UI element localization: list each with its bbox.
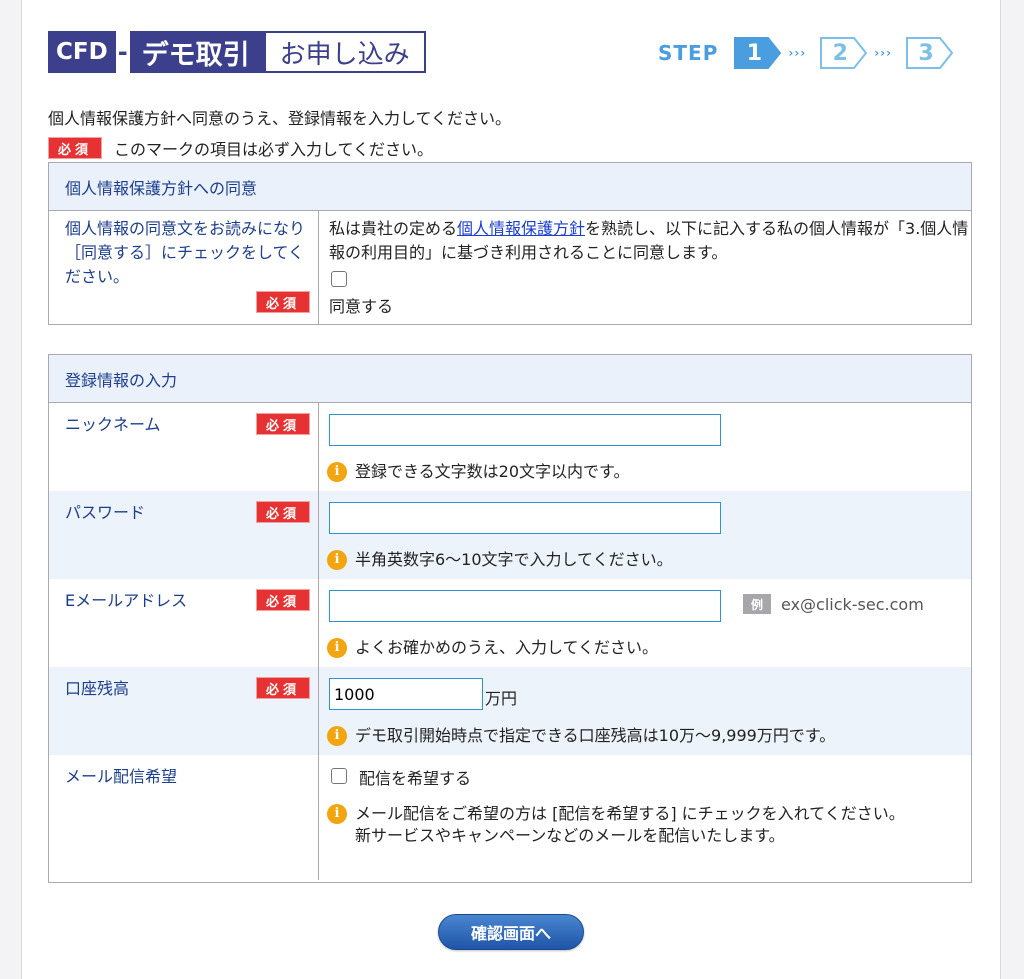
required-badge: 必須 [256,413,310,435]
intro-text: 個人情報保護方針へ同意のうえ、登録情報を入力してください。 [48,109,512,128]
confirm-button[interactable]: 確認画面へ [438,914,584,950]
info-icon: i [327,638,347,658]
nickname-label-cell: ニックネーム 必須 [49,403,319,491]
password-input[interactable] [329,502,721,534]
registration-section: 登録情報の入力 ニックネーム 必須 i 登録できる文字数は20文字以内です。 パ… [48,354,972,883]
consent-value-cell: 私は貴社の定める個人情報保護方針を熟読し、以下に記入する私の個人情報が「3.個人… [319,211,971,324]
section-title: 個人情報保護方針への同意 [49,163,971,211]
nickname-hint: i 登録できる文字数は20文字以内です。 [327,461,629,483]
privacy-policy-link[interactable]: 個人情報保護方針 [457,219,585,238]
nickname-label: ニックネーム [65,415,161,434]
info-icon: i [327,550,347,570]
consent-label: 個人情報の同意文をお読みになり［同意する］にチェックをしてください。 [65,219,306,286]
password-label: パスワード [65,503,146,522]
step-number: 2 [832,40,848,66]
step-3: 3 [906,37,954,69]
section-title: 登録情報の入力 [49,355,971,403]
nickname-hint-text: 登録できる文字数は20文字以内です。 [355,462,630,481]
consent-text-before: 私は貴社の定める [329,219,458,238]
balance-input[interactable] [329,678,483,710]
balance-label-cell: 口座残高 必須 [49,667,319,755]
balance-row: 口座残高 必須 万円 i デモ取引開始時点で指定できる口座残高は10万〜9,99… [49,667,971,755]
agree-checkbox-label[interactable]: 同意する [329,293,393,317]
mail-delivery-checkbox[interactable] [331,768,347,784]
mail-delivery-label: メール配信希望 [65,767,178,786]
consent-label-cell: 個人情報の同意文をお読みになり［同意する］にチェックをしてください。 必須 [49,211,319,324]
email-hint-text: よくお確かめのうえ、入力してください。 [355,638,659,657]
password-value-cell: i 半角英数字6〜10文字で入力してください。 [319,491,971,579]
email-label: Eメールアドレス [65,591,188,610]
page-logo: CFD - デモ取引 お申し込み [48,31,426,73]
page-container: CFD - デモ取引 お申し込み STEP 1 ››› 2 ››› 3 個人情報… [21,0,1001,979]
required-note: 必須 このマークの項目は必ず入力してください。 [48,136,433,160]
password-hint-text: 半角英数字6〜10文字で入力してください。 [355,550,673,569]
mail-delivery-value-cell: 配信を希望する i メール配信をご希望の方は [配信を希望する] にチェックを入… [319,755,971,880]
logo-cfd: CFD [48,31,116,73]
email-example-text: ex@click-sec.com [781,594,924,614]
required-note-text: このマークの項目は必ず入力してください。 [114,140,434,159]
required-badge: 必須 [256,291,310,313]
required-badge: 必須 [256,677,310,699]
logo-apply: お申し込み [263,31,426,73]
balance-unit: 万円 [485,689,518,708]
email-row: Eメールアドレス 必須 例 ex@click-sec.com i よくお確かめの… [49,579,971,667]
nickname-row: ニックネーム 必須 i 登録できる文字数は20文字以内です。 [49,403,971,491]
info-icon: i [327,462,347,482]
step-separator-icon: ››› [874,46,893,60]
step-indicator: STEP 1 ››› 2 ››› 3 [658,36,954,70]
password-label-cell: パスワード 必須 [49,491,319,579]
nickname-value-cell: i 登録できる文字数は20文字以内です。 [319,403,971,491]
step-1: 1 [734,37,782,69]
password-hint: i 半角英数字6〜10文字で入力してください。 [327,549,673,571]
password-row: パスワード 必須 i 半角英数字6〜10文字で入力してください。 [49,491,971,579]
required-badge: 必須 [48,137,102,159]
step-number: 1 [746,40,763,66]
consent-row: 個人情報の同意文をお読みになり［同意する］にチェックをしてください。 必須 私は… [49,211,971,324]
step-number: 3 [918,40,934,66]
email-input[interactable] [329,590,721,622]
step-separator-icon: ››› [788,46,807,60]
mail-delivery-checkbox-label[interactable]: 配信を希望する [359,765,471,789]
required-badge: 必須 [256,501,310,523]
mail-delivery-label-cell: メール配信希望 [49,755,319,880]
email-example: 例 ex@click-sec.com [743,594,924,614]
nickname-input[interactable] [329,414,721,446]
email-label-cell: Eメールアドレス 必須 [49,579,319,667]
balance-value-cell: 万円 i デモ取引開始時点で指定できる口座残高は10万〜9,999万円です。 [319,667,971,755]
balance-hint-text: デモ取引開始時点で指定できる口座残高は10万〜9,999万円です。 [355,726,836,745]
step-label: STEP [658,41,719,65]
email-value-cell: 例 ex@click-sec.com i よくお確かめのうえ、入力してください。 [319,579,971,667]
agree-checkbox[interactable] [331,271,347,287]
balance-label: 口座残高 [65,679,130,698]
required-badge: 必須 [256,589,310,611]
consent-text: 私は貴社の定める個人情報保護方針を熟読し、以下に記入する私の個人情報が「3.個人… [329,217,969,265]
logo-dash: - [115,31,130,73]
mail-delivery-hint-line1: メール配信をご希望の方は [配信を希望する] にチェックを入れてください。 [355,804,905,823]
mail-delivery-hint: i メール配信をご希望の方は [配信を希望する] にチェックを入れてください。 … [327,803,957,847]
email-hint: i よくお確かめのうえ、入力してください。 [327,637,658,659]
step-2: 2 [820,37,868,69]
mail-delivery-row: メール配信希望 配信を希望する i メール配信をご希望の方は [配信を希望する]… [49,755,971,880]
example-badge: 例 [743,594,771,614]
balance-hint: i デモ取引開始時点で指定できる口座残高は10万〜9,999万円です。 [327,725,835,747]
info-icon: i [327,804,347,824]
info-icon: i [327,726,347,746]
consent-section: 個人情報保護方針への同意 個人情報の同意文をお読みになり［同意する］にチェックを… [48,162,972,325]
mail-delivery-hint-text: メール配信をご希望の方は [配信を希望する] にチェックを入れてください。 新サ… [355,803,905,847]
logo-demo-trade: デモ取引 [129,31,264,73]
mail-delivery-hint-line2: 新サービスやキャンペーンなどのメールを配信いたします。 [355,826,785,845]
